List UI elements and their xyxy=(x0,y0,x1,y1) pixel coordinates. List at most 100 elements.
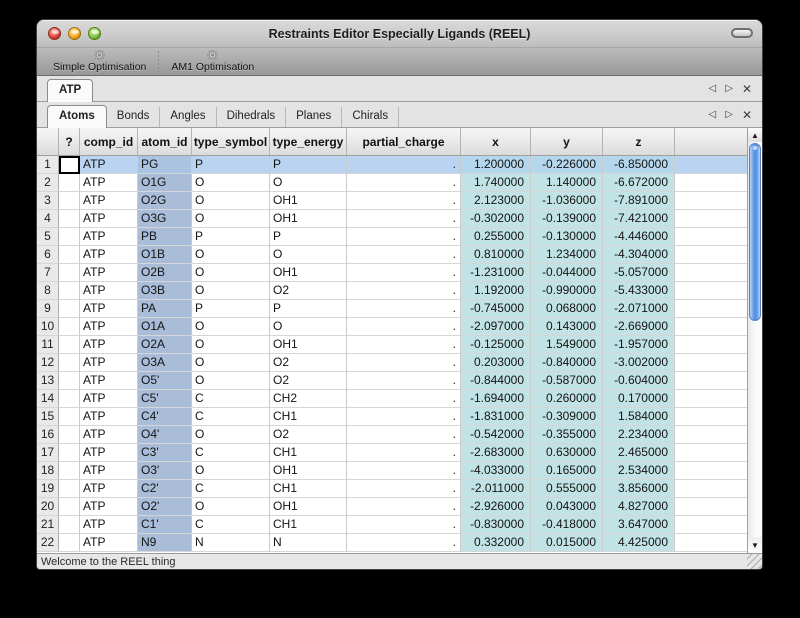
y-cell[interactable]: -0.355000 xyxy=(531,426,603,444)
z-cell[interactable]: -2.669000 xyxy=(603,318,675,336)
y-cell[interactable]: -0.130000 xyxy=(531,228,603,246)
header-atom-id[interactable]: atom_id xyxy=(138,128,192,155)
z-cell[interactable]: 2.534000 xyxy=(603,462,675,480)
atom-id-cell[interactable]: O1A xyxy=(138,318,192,336)
x-cell[interactable]: -0.830000 xyxy=(461,516,531,534)
resize-grip-icon[interactable] xyxy=(747,554,762,569)
comp-id-cell[interactable]: ATP xyxy=(80,462,138,480)
y-cell[interactable]: 0.015000 xyxy=(531,534,603,552)
y-cell[interactable]: -1.036000 xyxy=(531,192,603,210)
partial-charge-cell[interactable]: . xyxy=(347,192,461,210)
atom-id-cell[interactable]: C3' xyxy=(138,444,192,462)
y-cell[interactable]: -0.990000 xyxy=(531,282,603,300)
y-cell[interactable]: -0.309000 xyxy=(531,408,603,426)
x-cell[interactable]: -1.231000 xyxy=(461,264,531,282)
question-cell[interactable] xyxy=(59,354,80,372)
comp-id-cell[interactable]: ATP xyxy=(80,426,138,444)
x-cell[interactable]: -2.926000 xyxy=(461,498,531,516)
type-symbol-cell[interactable]: P xyxy=(192,156,270,174)
type-energy-cell[interactable]: P xyxy=(270,300,347,318)
z-cell[interactable]: -7.421000 xyxy=(603,210,675,228)
row-number-cell[interactable]: 13 xyxy=(37,372,59,390)
title-bar[interactable]: Restraints Editor Especially Ligands (RE… xyxy=(37,20,762,48)
partial-charge-cell[interactable]: . xyxy=(347,282,461,300)
row-number-cell[interactable]: 14 xyxy=(37,390,59,408)
y-cell[interactable]: -0.840000 xyxy=(531,354,603,372)
row-number-cell[interactable]: 1 xyxy=(37,156,59,174)
type-energy-cell[interactable]: O2 xyxy=(270,354,347,372)
row-number-cell[interactable]: 6 xyxy=(37,246,59,264)
type-energy-cell[interactable]: OH1 xyxy=(270,264,347,282)
tab-scroll-left-icon[interactable]: ◁ xyxy=(709,109,717,120)
z-cell[interactable]: -6.850000 xyxy=(603,156,675,174)
row-number-cell[interactable]: 11 xyxy=(37,336,59,354)
partial-charge-cell[interactable]: . xyxy=(347,534,461,552)
type-energy-cell[interactable]: O xyxy=(270,318,347,336)
x-cell[interactable]: -0.542000 xyxy=(461,426,531,444)
row-number-cell[interactable]: 21 xyxy=(37,516,59,534)
row-number-cell[interactable]: 12 xyxy=(37,354,59,372)
row-number-cell[interactable]: 8 xyxy=(37,282,59,300)
tab-angles[interactable]: Angles xyxy=(160,107,216,127)
y-cell[interactable]: 0.630000 xyxy=(531,444,603,462)
type-symbol-cell[interactable]: O xyxy=(192,174,270,192)
z-cell[interactable]: 1.584000 xyxy=(603,408,675,426)
x-cell[interactable]: -4.033000 xyxy=(461,462,531,480)
x-cell[interactable]: -0.302000 xyxy=(461,210,531,228)
x-cell[interactable]: 0.332000 xyxy=(461,534,531,552)
atom-id-cell[interactable]: O4' xyxy=(138,426,192,444)
row-number-cell[interactable]: 22 xyxy=(37,534,59,552)
partial-charge-cell[interactable]: . xyxy=(347,246,461,264)
header-question[interactable]: ? xyxy=(59,128,80,155)
comp-id-cell[interactable]: ATP xyxy=(80,444,138,462)
comp-id-cell[interactable]: ATP xyxy=(80,408,138,426)
z-cell[interactable]: -1.957000 xyxy=(603,336,675,354)
x-cell[interactable]: -2.011000 xyxy=(461,480,531,498)
toolbar-toggle-button[interactable] xyxy=(731,28,753,38)
partial-charge-cell[interactable]: . xyxy=(347,210,461,228)
row-number-cell[interactable]: 4 xyxy=(37,210,59,228)
type-symbol-cell[interactable]: C xyxy=(192,390,270,408)
type-symbol-cell[interactable]: P xyxy=(192,300,270,318)
atom-id-cell[interactable]: O1B xyxy=(138,246,192,264)
comp-id-cell[interactable]: ATP xyxy=(80,192,138,210)
tab-bonds[interactable]: Bonds xyxy=(107,107,161,127)
tab-close-icon[interactable]: ✕ xyxy=(742,110,752,120)
partial-charge-cell[interactable]: . xyxy=(347,498,461,516)
y-cell[interactable]: 0.165000 xyxy=(531,462,603,480)
type-energy-cell[interactable]: N xyxy=(270,534,347,552)
type-energy-cell[interactable]: OH1 xyxy=(270,192,347,210)
question-cell[interactable] xyxy=(59,246,80,264)
type-symbol-cell[interactable]: O xyxy=(192,426,270,444)
x-cell[interactable]: -1.831000 xyxy=(461,408,531,426)
comp-id-cell[interactable]: ATP xyxy=(80,246,138,264)
type-symbol-cell[interactable]: C xyxy=(192,408,270,426)
atom-id-cell[interactable]: O2A xyxy=(138,336,192,354)
type-symbol-cell[interactable]: O xyxy=(192,372,270,390)
partial-charge-cell[interactable]: . xyxy=(347,264,461,282)
comp-id-cell[interactable]: ATP xyxy=(80,336,138,354)
header-y[interactable]: y xyxy=(531,128,603,155)
question-cell[interactable] xyxy=(59,336,80,354)
question-cell[interactable] xyxy=(59,192,80,210)
atom-id-cell[interactable]: C2' xyxy=(138,480,192,498)
row-number-cell[interactable]: 5 xyxy=(37,228,59,246)
partial-charge-cell[interactable]: . xyxy=(347,444,461,462)
comp-id-cell[interactable]: ATP xyxy=(80,282,138,300)
z-cell[interactable]: 4.425000 xyxy=(603,534,675,552)
type-energy-cell[interactable]: CH2 xyxy=(270,390,347,408)
row-number-cell[interactable]: 3 xyxy=(37,192,59,210)
question-cell[interactable] xyxy=(59,498,80,516)
question-cell[interactable] xyxy=(59,390,80,408)
type-energy-cell[interactable]: O2 xyxy=(270,282,347,300)
y-cell[interactable]: 0.043000 xyxy=(531,498,603,516)
z-cell[interactable]: 3.647000 xyxy=(603,516,675,534)
header-z[interactable]: z xyxy=(603,128,675,155)
comp-id-cell[interactable]: ATP xyxy=(80,498,138,516)
comp-id-cell[interactable]: ATP xyxy=(80,318,138,336)
atom-id-cell[interactable]: O3B xyxy=(138,282,192,300)
partial-charge-cell[interactable]: . xyxy=(347,408,461,426)
comp-id-cell[interactable]: ATP xyxy=(80,300,138,318)
minimize-window-button[interactable] xyxy=(68,27,81,40)
y-cell[interactable]: 0.068000 xyxy=(531,300,603,318)
